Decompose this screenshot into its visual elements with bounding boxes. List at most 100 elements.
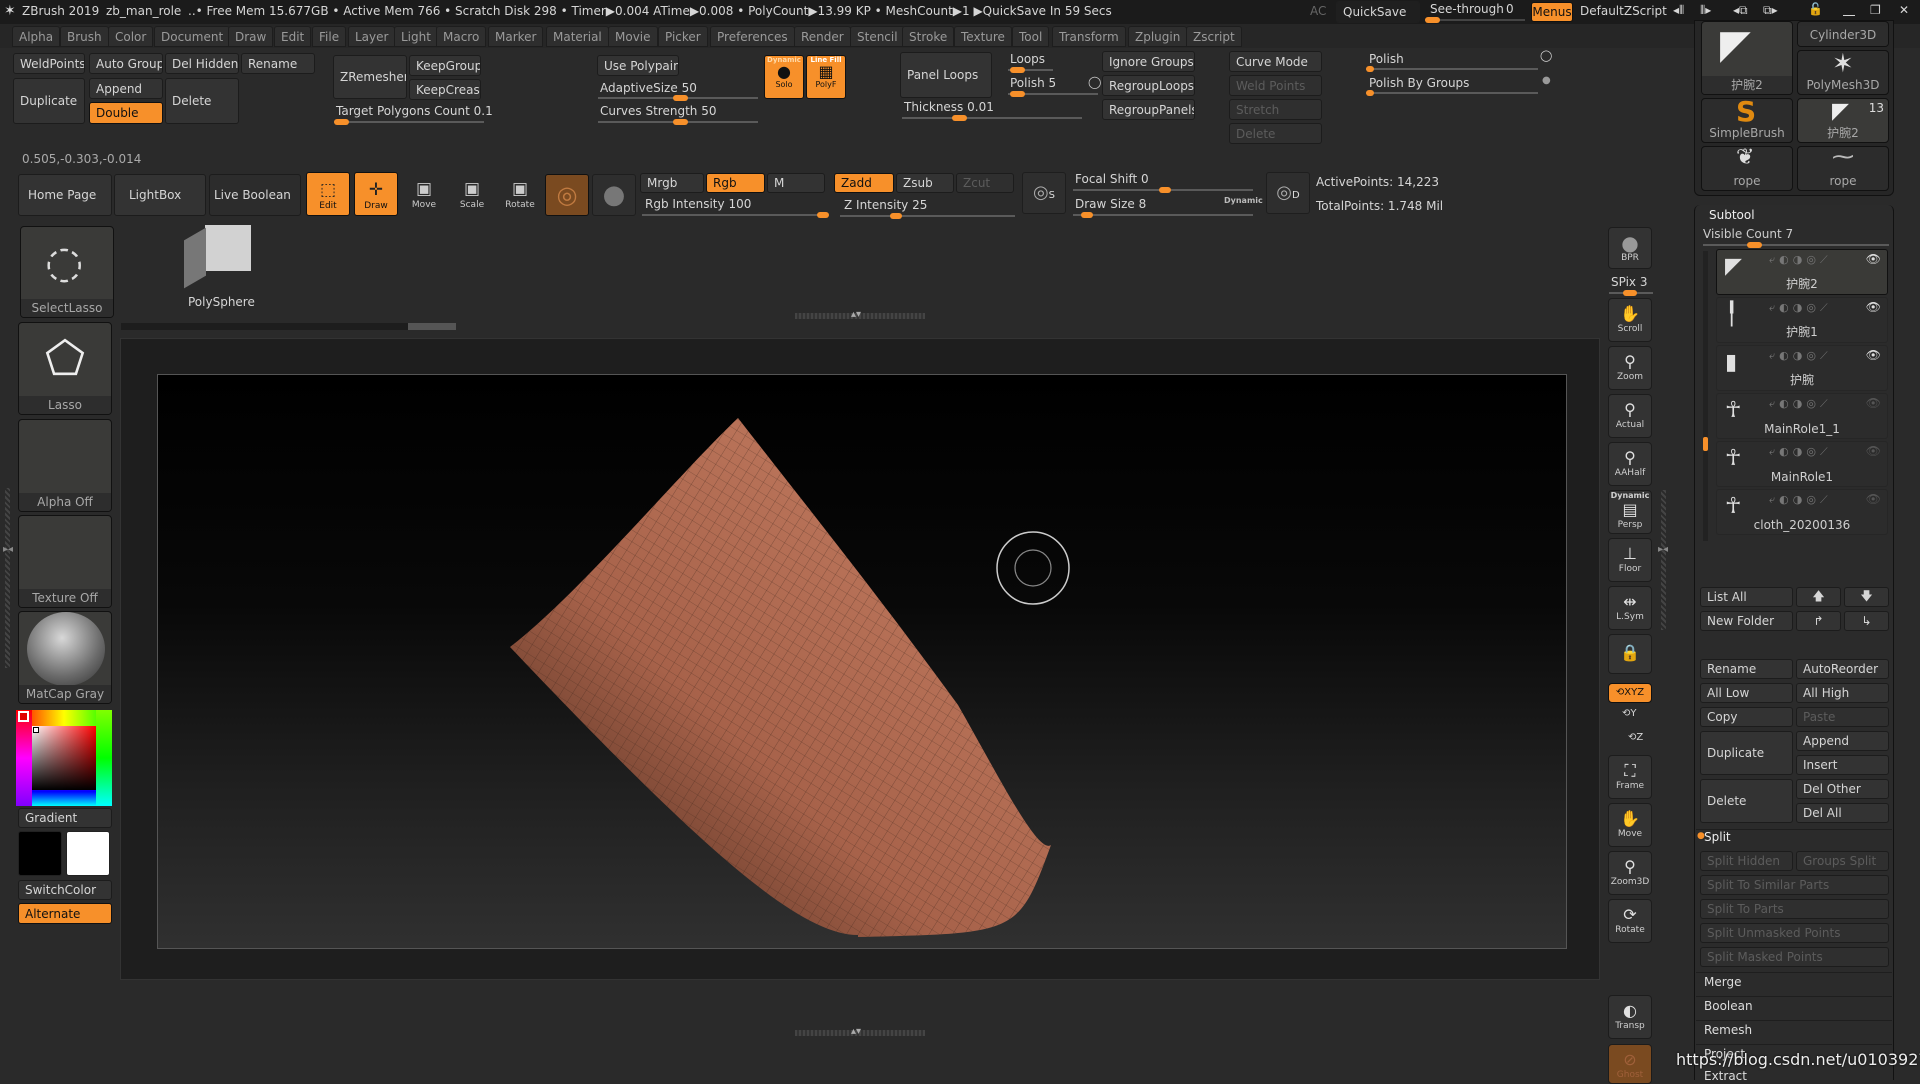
zcut-button[interactable]: Zcut — [956, 173, 1014, 193]
select-lasso-tile[interactable]: ◌ SelectLasso — [20, 226, 114, 318]
subtool-item[interactable]: ☥ ⤶◐◑◎⟋ 👁 MainRole1 — [1716, 441, 1888, 487]
document-tab-active[interactable] — [408, 323, 456, 330]
m-button[interactable]: M — [767, 173, 825, 193]
subtool-item[interactable]: ▮ ⤶◐◑◎⟋ 👁 护腕 — [1716, 345, 1888, 391]
color-sphere-button[interactable]: ● — [592, 174, 636, 216]
menu-material[interactable]: Material — [546, 26, 609, 47]
next-layout-icon[interactable]: ⧉▸ — [1763, 3, 1778, 18]
duplicate-button[interactable]: Duplicate — [13, 78, 85, 124]
aahalf-button[interactable]: ⚲ AAHalf — [1608, 442, 1652, 486]
bpr-button[interactable]: ● BPR — [1608, 227, 1652, 269]
move-button[interactable]: ▣ Move — [402, 172, 446, 216]
z-intensity-slider[interactable] — [840, 213, 1015, 219]
split-hidden-button[interactable]: Split Hidden — [1700, 851, 1793, 871]
lock-camera-button[interactable]: 🔒 — [1608, 634, 1652, 674]
use-polypaint-button[interactable]: Use Polypaint — [597, 55, 679, 76]
duplicate-subtool-button[interactable]: Duplicate — [1700, 731, 1793, 775]
move-into-folder-icon[interactable]: ↱ — [1796, 611, 1841, 631]
delhidden-button[interactable]: Del Hidden — [165, 53, 239, 74]
split-section-header[interactable]: Split — [1704, 830, 1731, 844]
transp-button[interactable]: ◐ Transp — [1608, 995, 1652, 1039]
groups-split-button[interactable]: Groups Split — [1796, 851, 1889, 871]
polish-by-groups-slider[interactable] — [1366, 90, 1538, 96]
polish-slider[interactable] — [1008, 91, 1098, 97]
gradient-button[interactable]: Gradient — [18, 808, 112, 828]
lightbox-button[interactable]: LightBox — [114, 174, 206, 216]
home-page-button[interactable]: Home Page — [18, 174, 112, 216]
menu-alpha[interactable]: Alpha — [12, 26, 61, 47]
scale-button[interactable]: ▣ Scale — [450, 172, 494, 216]
solo-button[interactable]: Dynamic ● Solo — [764, 55, 804, 99]
subtool-item-toggles[interactable]: ⤶◐◑◎⟋ — [1769, 445, 1832, 459]
menu-texture[interactable]: Texture — [954, 26, 1012, 47]
menu-draw[interactable]: Draw — [228, 26, 274, 47]
remesh-section-header[interactable]: Remesh — [1704, 1023, 1752, 1037]
canvas-viewport[interactable] — [157, 374, 1567, 949]
menu-transform[interactable]: Transform — [1052, 26, 1126, 47]
subtool-item[interactable]: ╿ ⤶◐◑◎⟋ 👁 护腕1 — [1716, 297, 1888, 343]
move-down-button[interactable]: 🡇 — [1844, 587, 1889, 607]
target-polygons-slider[interactable] — [334, 119, 484, 125]
color-picker-cursor[interactable] — [33, 727, 39, 733]
draw-button[interactable]: ✛ Draw — [354, 172, 398, 216]
visibility-eye-icon[interactable]: 👁 — [1866, 348, 1881, 362]
subtool-item-toggles[interactable]: ⤶◐◑◎⟋ — [1769, 349, 1832, 363]
subtool-item-toggles[interactable]: ⤶◐◑◎⟋ — [1769, 493, 1832, 507]
curves-strength-slider[interactable] — [598, 119, 758, 125]
polish-features-slider[interactable] — [1366, 66, 1538, 72]
actual-button[interactable]: ⚲ Actual — [1608, 394, 1652, 438]
bottom-splitter-arrow-icon[interactable]: ▴▾ — [851, 1026, 861, 1037]
extract-section-header[interactable]: Extract — [1704, 1069, 1747, 1083]
move-out-folder-icon[interactable]: ↳ — [1844, 611, 1889, 631]
rotate-button[interactable]: ▣ Rotate — [498, 172, 542, 216]
color-saturation-square[interactable] — [32, 726, 96, 790]
ghost-button[interactable]: ⊘ Ghost — [1608, 1044, 1652, 1084]
quicksave-button[interactable]: QuickSave — [1336, 1, 1420, 23]
edit-button[interactable]: ⬚ Edit — [306, 172, 350, 216]
rgb-intensity-slider[interactable] — [642, 212, 829, 218]
insert-subtool-button[interactable]: Insert — [1796, 755, 1889, 775]
keepcreases-button[interactable]: KeepCreases — [409, 79, 481, 100]
menus-button[interactable]: Menus — [1531, 2, 1573, 22]
material-tile[interactable]: MatCap Gray — [18, 611, 112, 704]
focal-shift-slider[interactable] — [1073, 187, 1253, 193]
visibility-eye-icon[interactable]: 👁 — [1866, 396, 1881, 410]
keepgroups-button[interactable]: KeepGroups — [409, 55, 481, 76]
zadd-button[interactable]: Zadd — [834, 173, 894, 193]
autogroups-button[interactable]: Auto Groups — [89, 53, 163, 74]
curve-mode-button[interactable]: Curve Mode — [1229, 51, 1322, 72]
stretch-button[interactable]: Stretch — [1229, 99, 1322, 120]
delete-subtool-button[interactable]: Delete — [1700, 779, 1793, 823]
delete-curve-button[interactable]: Delete — [1229, 123, 1322, 144]
polish-toggle-icon[interactable]: ◯ — [1088, 75, 1101, 89]
menu-tool[interactable]: Tool — [1012, 26, 1050, 47]
adaptive-size-slider[interactable] — [598, 95, 758, 101]
loops-slider[interactable] — [1008, 67, 1053, 73]
subtool-item[interactable]: ☥ ⤶◐◑◎⟋ 👁 MainRole1_1 — [1716, 393, 1888, 439]
tool-thumb-simplebrush[interactable]: S SimpleBrush — [1701, 98, 1793, 143]
rotate-xyz-button[interactable]: ⟲XYZ — [1608, 683, 1652, 703]
frame-button[interactable]: ⛶ Frame — [1608, 755, 1652, 799]
all-high-button[interactable]: All High — [1796, 683, 1889, 703]
move-3d-button[interactable]: ✋ Move — [1608, 803, 1652, 847]
lasso-tile[interactable]: ⬠ Lasso — [18, 322, 112, 415]
visibility-eye-icon[interactable]: 👁 — [1866, 300, 1881, 314]
auto-reorder-button[interactable]: AutoReorder — [1796, 659, 1889, 679]
append-button[interactable]: Append — [89, 78, 163, 99]
left-panel-scrollbar[interactable] — [5, 488, 10, 668]
polish-by-groups-toggle-icon[interactable]: ● — [1542, 75, 1551, 86]
menu-zscript[interactable]: Zscript — [1186, 26, 1242, 47]
split-to-parts-button[interactable]: Split To Parts — [1700, 899, 1889, 919]
polyf-button[interactable]: Line Fill ▦ PolyF — [806, 55, 846, 99]
menu-brush[interactable]: Brush — [60, 26, 109, 47]
scroll-button[interactable]: ✋ Scroll — [1608, 298, 1652, 342]
menu-macro[interactable]: Macro — [436, 26, 487, 47]
menu-render[interactable]: Render — [794, 26, 851, 47]
rename-button[interactable]: Rename — [241, 53, 315, 74]
menu-stroke[interactable]: Stroke — [902, 26, 955, 47]
del-other-button[interactable]: Del Other — [1796, 779, 1889, 799]
visibility-eye-icon[interactable]: 👁 — [1866, 444, 1881, 458]
menu-movie[interactable]: Movie — [608, 26, 658, 47]
polish-toggle-icon[interactable]: ◯ — [1540, 49, 1552, 62]
default-zscript-label[interactable]: DefaultZScript — [1580, 4, 1667, 18]
